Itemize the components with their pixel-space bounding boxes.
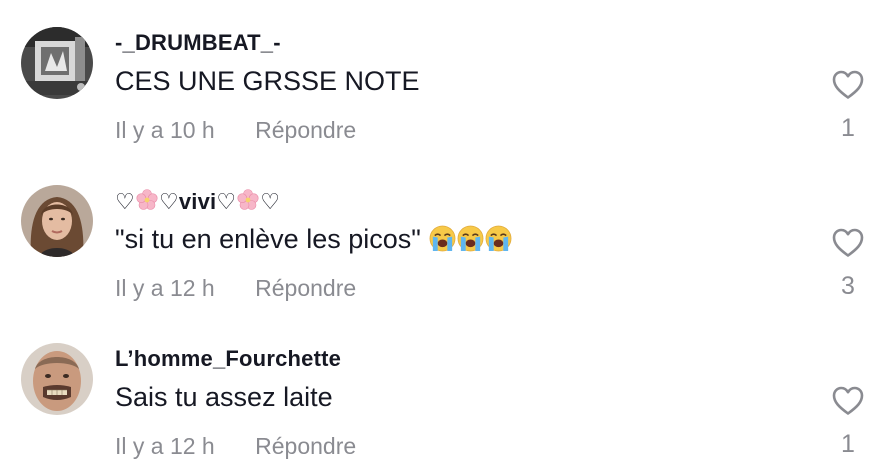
username-part: ♡ — [260, 189, 281, 214]
comment-meta: Il y a 12 h Répondre — [115, 433, 356, 460]
man-portrait-avatar-icon — [21, 343, 93, 415]
woman-portrait-avatar-icon — [21, 185, 93, 257]
like-count: 1 — [841, 114, 855, 142]
reply-button[interactable]: Répondre — [255, 433, 356, 460]
username-part: ♡vivi♡ — [158, 189, 237, 214]
comment-username[interactable]: L’homme_Fourchette — [115, 346, 341, 372]
comment-username[interactable]: -_DRUMBEAT_- — [115, 30, 281, 56]
cherry-blossom-icon — [237, 189, 259, 210]
reply-button[interactable]: Répondre — [255, 117, 356, 144]
like-button[interactable]: 1 — [826, 384, 870, 474]
like-count: 1 — [841, 430, 855, 458]
comment-time: Il y a 10 h — [115, 117, 215, 143]
loudly-crying-face-emoji-icon — [429, 225, 456, 252]
comment-item: L’homme_Fourchette Sais tu assez laite I… — [0, 316, 896, 474]
username-part: ♡ — [115, 189, 135, 214]
loudly-crying-face-emoji-icon — [485, 225, 512, 252]
heart-icon[interactable] — [831, 226, 865, 260]
avatar[interactable] — [21, 185, 93, 257]
loudly-crying-face-emoji-icon — [457, 225, 484, 252]
heart-icon[interactable] — [831, 384, 865, 418]
reply-button[interactable]: Répondre — [255, 275, 356, 302]
comment-time: Il y a 12 h — [115, 433, 215, 459]
like-count: 3 — [841, 272, 855, 300]
comment-text-body: "si tu en enlève les picos" — [115, 224, 429, 254]
cherry-blossom-icon — [136, 189, 158, 210]
comment-time: Il y a 12 h — [115, 275, 215, 301]
avatar[interactable] — [21, 27, 93, 99]
like-button[interactable]: 3 — [826, 226, 870, 316]
comment-text: "si tu en enlève les picos" — [115, 224, 512, 255]
comment-text: CES UNE GRSSE NOTE — [115, 66, 420, 96]
comment-text: Sais tu assez laite — [115, 382, 333, 412]
comment-username[interactable]: ♡ ♡vivi♡ ♡ — [115, 188, 280, 215]
comment-meta: Il y a 10 h Répondre — [115, 117, 356, 144]
comment-item: ♡ ♡vivi♡ ♡ "si tu en enlève les picos" I… — [0, 158, 896, 316]
avatar[interactable] — [21, 343, 93, 415]
comment-meta: Il y a 12 h Répondre — [115, 275, 356, 302]
like-button[interactable]: 1 — [826, 68, 870, 158]
abstract-photo-avatar-icon — [21, 27, 93, 99]
comment-item: -_DRUMBEAT_- CES UNE GRSSE NOTE Il y a 1… — [0, 0, 896, 158]
heart-icon[interactable] — [831, 68, 865, 102]
